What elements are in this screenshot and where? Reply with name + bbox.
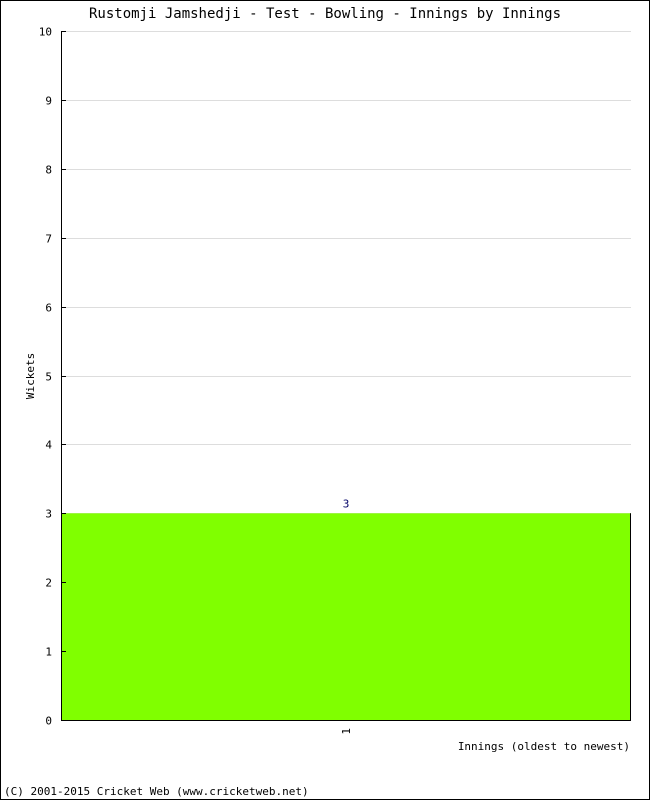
x-axis-label: Innings (oldest to newest) <box>458 740 630 753</box>
y-tick-label: 3 <box>45 508 52 521</box>
y-tick-label: 6 <box>45 302 52 315</box>
bar <box>61 513 631 720</box>
y-tick-label: 10 <box>39 26 52 39</box>
y-axis-label: Wickets <box>24 353 37 399</box>
y-tick-label: 0 <box>45 715 52 728</box>
bar-data-label: 3 <box>343 497 350 510</box>
x-tick-label: 1 <box>340 728 353 735</box>
y-axis: 0 1 2 3 4 5 6 7 8 9 10 <box>39 26 66 728</box>
y-tick-label: 8 <box>45 164 52 177</box>
y-tick-label: 4 <box>45 439 52 452</box>
y-tick-label: 5 <box>45 371 52 384</box>
bar-chart: Rustomji Jamshedji - Test - Bowling - In… <box>4 6 631 798</box>
y-tick-label: 7 <box>45 233 52 246</box>
bars: 3 <box>61 497 631 720</box>
chart-title: Rustomji Jamshedji - Test - Bowling - In… <box>89 6 561 22</box>
copyright-footer: (C) 2001-2015 Cricket Web (www.cricketwe… <box>4 785 309 798</box>
y-tick-label: 1 <box>45 646 52 659</box>
y-tick-label: 9 <box>45 95 52 108</box>
y-tick-label: 2 <box>45 577 52 590</box>
